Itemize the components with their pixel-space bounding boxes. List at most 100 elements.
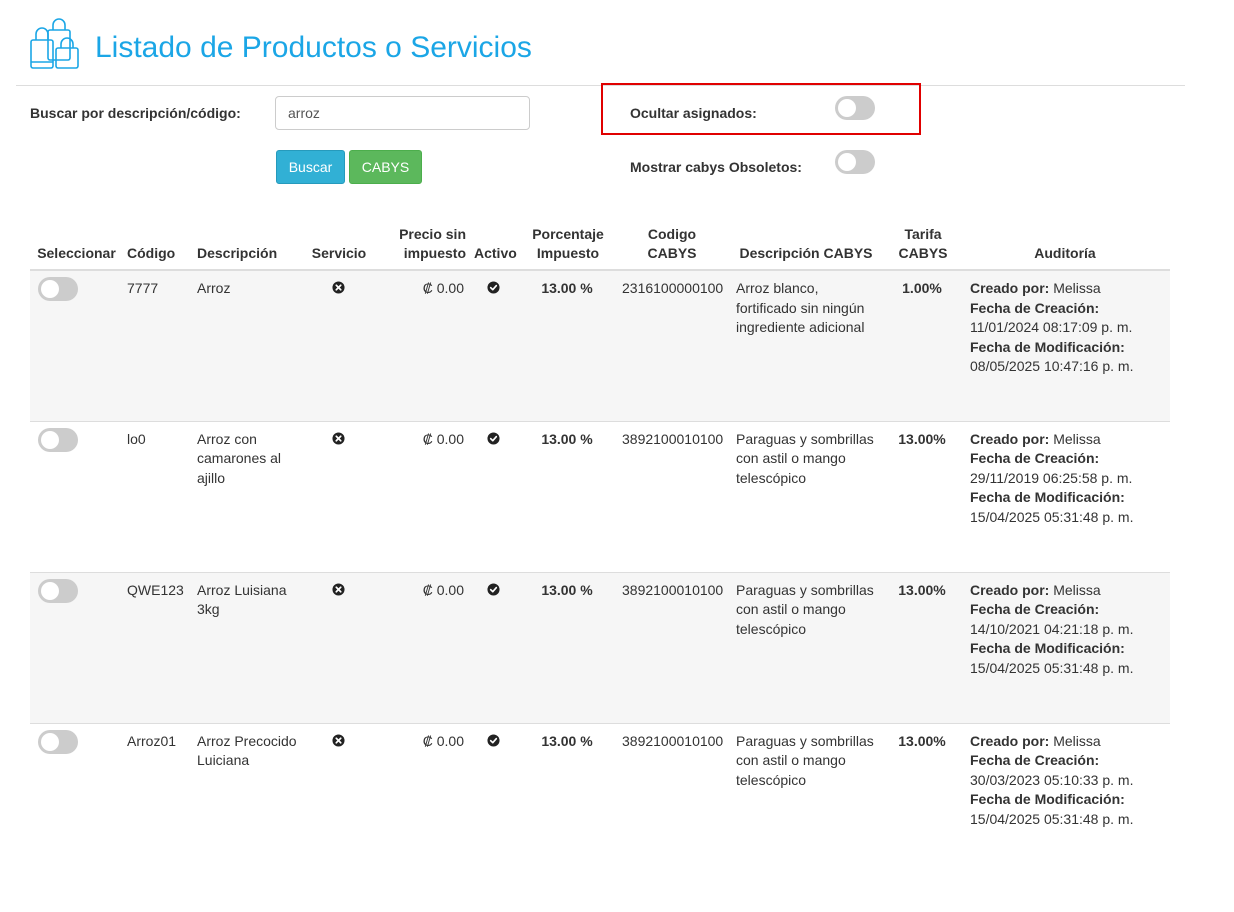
servicio-cell: [303, 722, 375, 883]
x-circle-icon: [331, 431, 345, 447]
creado-por-label: Creado por:: [970, 732, 1050, 749]
th-precio: Precio sin impuesto: [375, 215, 470, 271]
fecha-modificacion-value: 15/04/2025 05:31:48 p. m.: [970, 508, 1134, 525]
precio-cell: ₡ 0.00: [375, 269, 470, 421]
th-activo: Activo: [470, 215, 518, 271]
porcentaje-cell: 13.00 %: [518, 722, 618, 883]
check-circle-icon: [486, 582, 500, 598]
activo-cell: [470, 420, 518, 572]
select-cell: [30, 420, 123, 572]
buscar-button[interactable]: Buscar: [276, 150, 345, 184]
th-tarifa: Tarifa CABYS: [886, 215, 960, 271]
x-circle-icon: [331, 280, 345, 296]
descripcion-cell: Arroz Precocido Luiciana: [193, 722, 303, 883]
precio-cell: ₡ 0.00: [375, 722, 470, 883]
tarifa-cell: 1.00%: [886, 269, 960, 421]
select-toggle[interactable]: [38, 578, 78, 603]
creado-por-label: Creado por:: [970, 430, 1050, 447]
th-descripcion: Descripción: [193, 215, 303, 271]
fecha-creacion-label: Fecha de Creación:: [970, 601, 1100, 617]
descripcion-cell: Arroz: [193, 269, 303, 421]
mostrar-obsoletos-toggle[interactable]: [835, 150, 875, 174]
descripcion-cabys-cell: Paraguas y sombrillas con astil o mango …: [726, 571, 886, 723]
creado-por-value: Melissa: [1053, 581, 1101, 598]
creado-por-value: Melissa: [1053, 280, 1101, 296]
activo-cell: [470, 571, 518, 723]
select-cell: [30, 269, 123, 421]
fecha-modificacion-value: 08/05/2025 10:47:16 p. m.: [970, 358, 1134, 374]
select-toggle[interactable]: [38, 729, 78, 754]
th-codigo-cabys: Codigo CABYS: [618, 215, 726, 271]
precio-cell: ₡ 0.00: [375, 571, 470, 723]
th-seleccionar: Seleccionar: [30, 215, 123, 271]
select-toggle[interactable]: [38, 427, 78, 452]
creado-por-label: Creado por:: [970, 581, 1050, 598]
select-cell: [30, 571, 123, 723]
fecha-creacion-label: Fecha de Creación:: [970, 299, 1100, 316]
tarifa-cell: 13.00%: [886, 420, 960, 572]
auditoria-cell: Creado por: Melissa Fecha de Creación: 14/…: [960, 571, 1170, 723]
codigo-cell: Arroz01: [123, 722, 193, 883]
th-auditoria: Auditoría: [960, 215, 1170, 271]
fecha-modificacion-label: Fecha de Modificación:: [970, 489, 1125, 505]
auditoria-cell: Creado por: Melissa Fecha de Creación: 30/…: [960, 722, 1170, 883]
fecha-creacion-label: Fecha de Creación:: [970, 450, 1100, 466]
th-descripcion-cabys: Descripción CABYS: [726, 215, 886, 271]
table-row: lo0 Arroz con camarones al ajillo ₡ 0.00 13…: [30, 420, 1170, 572]
fecha-creacion-value: 11/01/2024 08:17:09 p. m.: [970, 319, 1133, 335]
select-toggle[interactable]: [38, 277, 78, 301]
auditoria-cell: Creado por: Melissa Fecha de Creación: 11/…: [960, 269, 1170, 421]
activo-cell: [470, 722, 518, 883]
products-table: Seleccionar Código Descripción Servicio …: [30, 215, 1170, 883]
table-row: 7777 Arroz ₡ 0.00 13.00 % 2316100000100 Arroz…: [30, 269, 1170, 421]
codigo-cabys-cell: 2316100000100: [618, 269, 726, 421]
search-input[interactable]: [275, 96, 530, 130]
creado-por-value: Melissa: [1053, 430, 1101, 447]
servicio-cell: [303, 420, 375, 572]
table-header-row: Seleccionar Código Descripción Servicio …: [30, 215, 1170, 271]
page-header: Listado de Productos o Servicios: [16, 14, 1185, 86]
fecha-creacion-value: 14/10/2021 04:21:18 p. m.: [970, 620, 1134, 637]
codigo-cell: lo0: [123, 420, 193, 572]
select-cell: [30, 722, 123, 883]
descripcion-cabys-cell: Paraguas y sombrillas con astil o mango …: [726, 722, 886, 883]
codigo-cabys-cell: 3892100010100: [618, 571, 726, 723]
cabys-button[interactable]: CABYS: [349, 150, 422, 184]
table-row: Arroz01 Arroz Precocido Luiciana ₡ 0.00 13.…: [30, 722, 1170, 883]
x-circle-icon: [331, 582, 345, 598]
shopping-bags-icon: [30, 18, 79, 69]
servicio-cell: [303, 269, 375, 421]
creado-por-label: Creado por:: [970, 280, 1050, 296]
ocultar-asignados-label: Ocultar asignados:: [630, 105, 757, 121]
fecha-creacion-value: 30/03/2023 05:10:33 p. m.: [970, 771, 1134, 788]
codigo-cabys-cell: 3892100010100: [618, 420, 726, 572]
porcentaje-cell: 13.00 %: [518, 420, 618, 572]
tarifa-cell: 13.00%: [886, 722, 960, 883]
porcentaje-cell: 13.00 %: [518, 571, 618, 723]
descripcion-cell: Arroz con camarones al ajillo: [193, 420, 303, 572]
check-circle-icon: [486, 431, 500, 447]
check-circle-icon: [486, 280, 500, 296]
fecha-modificacion-label: Fecha de Modificación:: [970, 640, 1125, 656]
ocultar-asignados-toggle[interactable]: [835, 96, 875, 120]
fecha-modificacion-label: Fecha de Modificación:: [970, 791, 1125, 807]
servicio-cell: [303, 571, 375, 723]
activo-cell: [470, 269, 518, 421]
th-codigo: Código: [123, 215, 193, 271]
precio-cell: ₡ 0.00: [375, 420, 470, 572]
fecha-modificacion-value: 15/04/2025 05:31:48 p. m.: [970, 659, 1134, 676]
auditoria-cell: Creado por: Melissa Fecha de Creación: 29/…: [960, 420, 1170, 572]
creado-por-value: Melissa: [1053, 732, 1101, 749]
table-row: QWE123 Arroz Luisiana 3kg ₡ 0.00 13.00 % 389…: [30, 571, 1170, 723]
search-label: Buscar por descripción/código:: [30, 105, 241, 121]
th-porcentaje: Porcentaje Impuesto: [518, 215, 618, 271]
mostrar-obsoletos-label: Mostrar cabys Obsoletos:: [630, 159, 802, 175]
x-circle-icon: [331, 733, 345, 749]
check-circle-icon: [486, 733, 500, 749]
codigo-cell: QWE123: [123, 571, 193, 723]
codigo-cell: 7777: [123, 269, 193, 421]
porcentaje-cell: 13.00 %: [518, 269, 618, 421]
fecha-modificacion-value: 15/04/2025 05:31:48 p. m.: [970, 810, 1134, 827]
descripcion-cabys-cell: Paraguas y sombrillas con astil o mango …: [726, 420, 886, 572]
page-title: Listado de Productos o Servicios: [95, 31, 532, 64]
